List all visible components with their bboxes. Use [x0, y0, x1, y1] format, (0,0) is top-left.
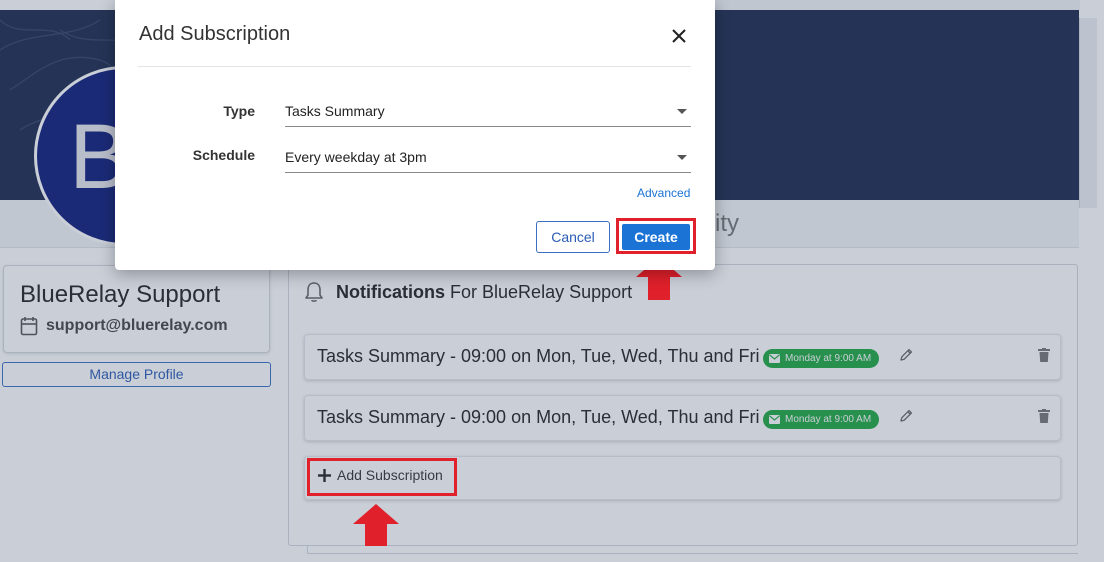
schedule-select[interactable]: Every weekday at 3pm: [285, 147, 691, 173]
type-select-value: Tasks Summary: [285, 103, 385, 119]
cancel-button[interactable]: Cancel: [536, 221, 610, 253]
close-icon[interactable]: [669, 26, 689, 46]
create-button[interactable]: Create: [622, 224, 690, 250]
advanced-link[interactable]: Advanced: [637, 186, 690, 200]
type-label: Type: [223, 103, 255, 119]
add-subscription-highlight: [307, 458, 457, 496]
schedule-select-value: Every weekday at 3pm: [285, 149, 427, 165]
dialog-title: Add Subscription: [139, 23, 291, 45]
add-subscription-dialog: Add Subscription Type Tasks Summary Sche…: [115, 0, 715, 270]
dialog-divider: [138, 66, 691, 67]
chevron-down-icon: [677, 155, 687, 160]
chevron-down-icon: [677, 109, 687, 114]
arrow-up-icon: [353, 504, 399, 546]
schedule-label: Schedule: [192, 147, 255, 163]
type-select[interactable]: Tasks Summary: [285, 101, 691, 127]
